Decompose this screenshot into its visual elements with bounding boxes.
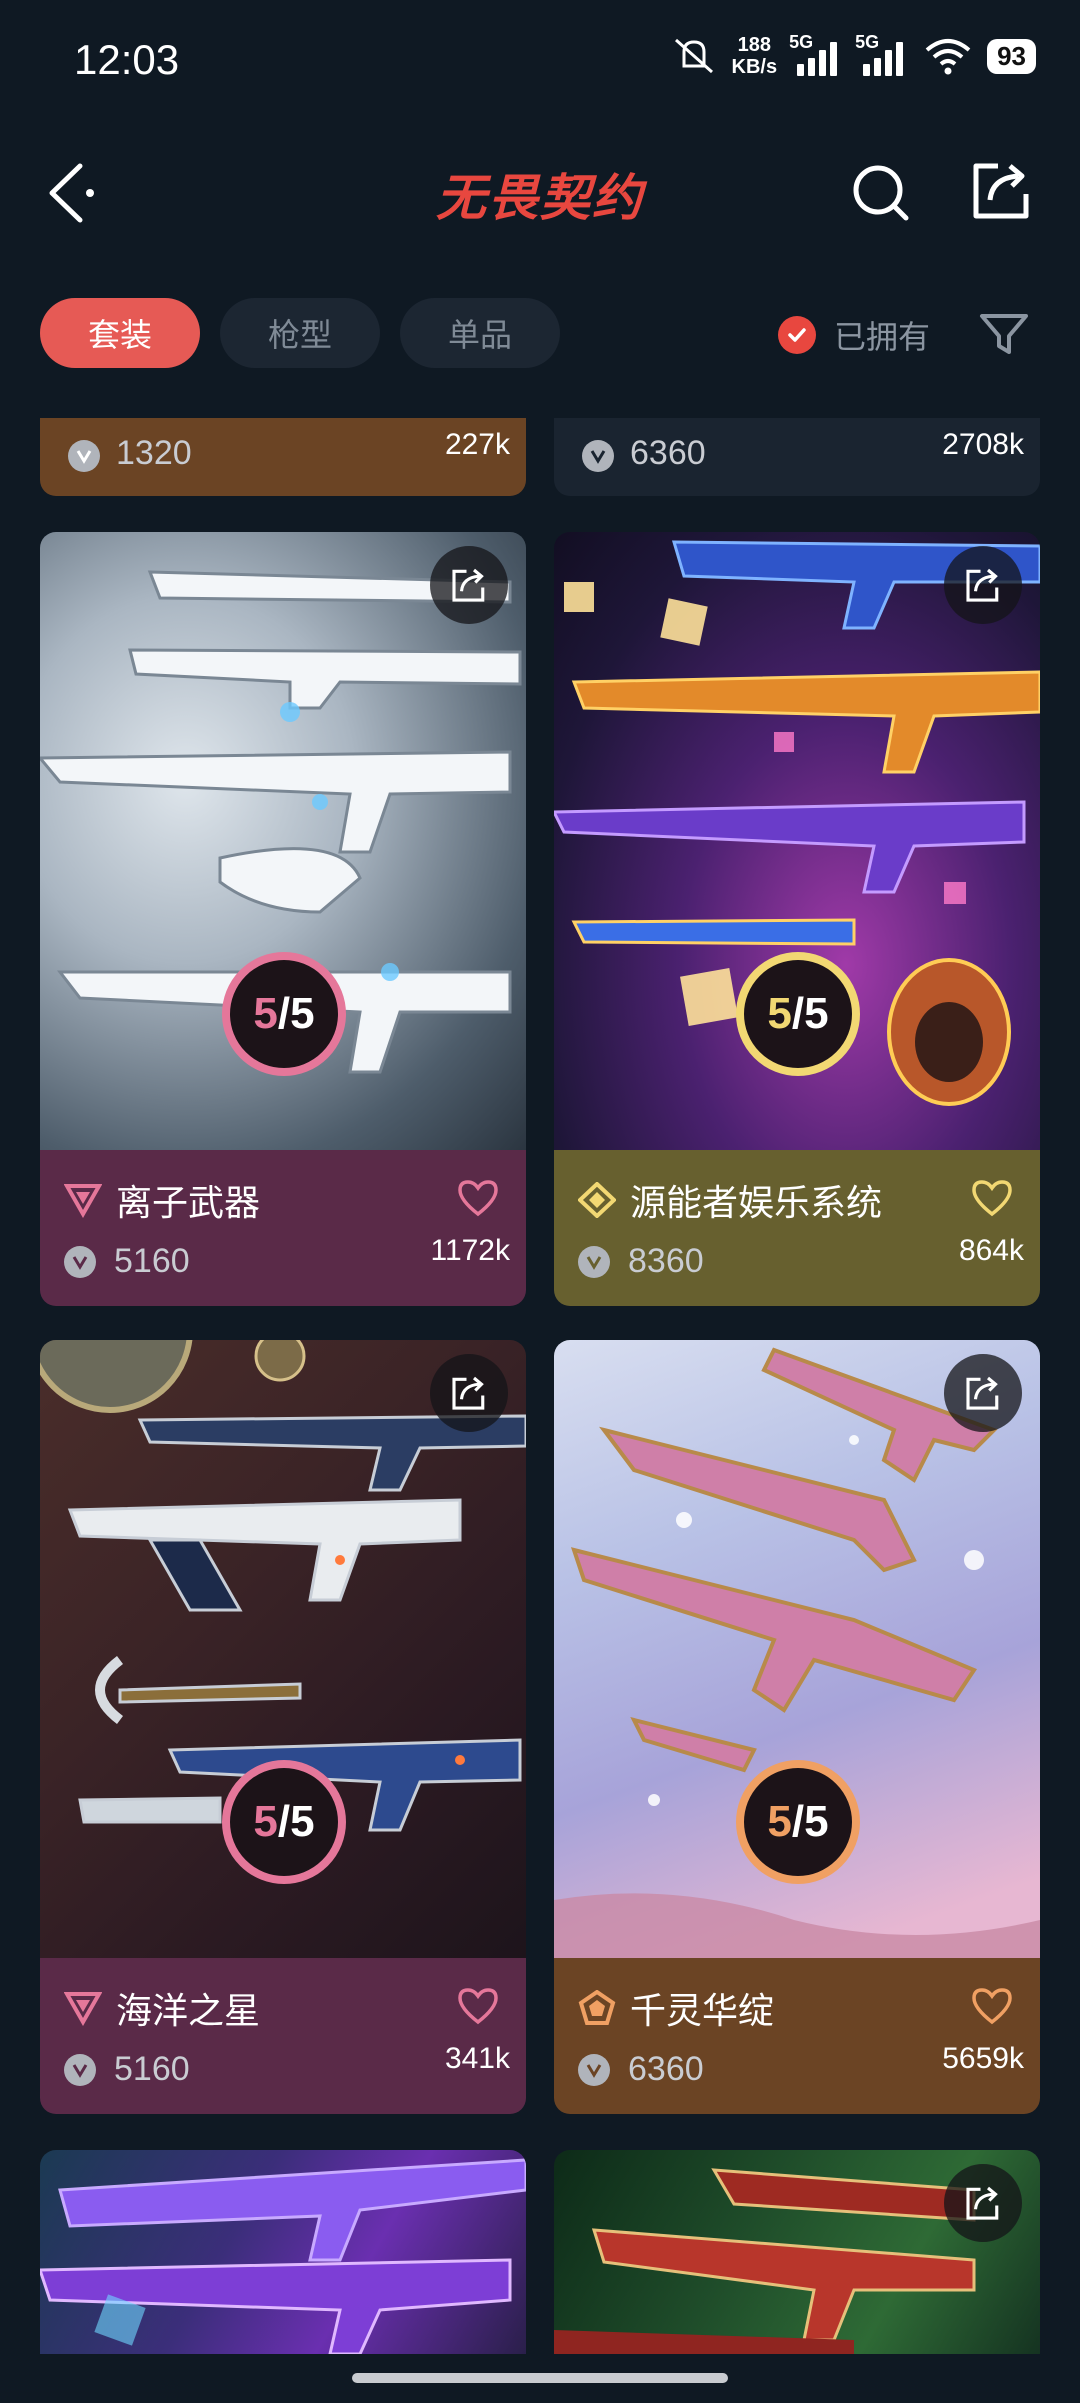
share-button[interactable]	[430, 1354, 508, 1432]
card-price: 6360	[628, 2050, 704, 2088]
bundle-card[interactable]: 5/5 源能者娱乐系统 8360 864k	[554, 532, 1040, 1306]
tab-bundle[interactable]: 套装	[40, 298, 200, 368]
card-likes: 1172k	[430, 1234, 510, 1267]
bundle-image: 5/5	[554, 1340, 1040, 1958]
bundle-info: 海洋之星 5160 341k	[40, 1958, 526, 2114]
network-speed: 188 KB/s	[731, 34, 778, 78]
card-price: 8360	[628, 1242, 704, 1280]
share-button[interactable]	[944, 546, 1022, 624]
card-likes: 341k	[444, 2042, 510, 2075]
bundle-name: 海洋之星	[116, 1991, 261, 2032]
bundle-info: 源能者娱乐系统 8360 864k	[554, 1150, 1040, 1306]
owned-count-badge: 5/5	[222, 952, 346, 1076]
owned-label: 已拥有	[834, 318, 931, 356]
favorite-heart-icon[interactable]	[456, 1986, 500, 2026]
vp-icon	[68, 440, 100, 472]
tab-single-item[interactable]: 单品	[400, 298, 560, 368]
owned-count: 5/5	[767, 989, 829, 1038]
favorite-heart-icon[interactable]	[970, 1178, 1014, 1218]
owned-toggle[interactable]: 已拥有	[778, 312, 930, 358]
owned-count-badge: 5/5	[222, 1760, 346, 1884]
vp-icon	[582, 440, 614, 472]
owned-count: 5/5	[253, 989, 315, 1038]
wifi-icon	[925, 39, 971, 75]
bundle-card-partial[interactable]	[40, 2150, 526, 2354]
card-price: 6360	[630, 434, 706, 472]
card-likes: 5659k	[942, 2042, 1024, 2075]
bundle-image: 5/5	[554, 532, 1040, 1150]
card-likes: 227k	[444, 428, 510, 461]
share-button[interactable]	[944, 2164, 1022, 2242]
bundle-name: 离子武器	[116, 1183, 261, 1224]
mute-icon	[674, 38, 713, 74]
bundle-image: 5/5	[40, 1340, 526, 1958]
ultra-tier-icon	[578, 1182, 616, 1218]
status-bar: 12:03 188 KB/s 5G 5G 93	[0, 0, 1080, 120]
owned-count: 5/5	[767, 1797, 829, 1846]
bundle-image	[554, 2150, 1040, 2354]
premium-tier-icon	[64, 1992, 102, 2026]
partial-card-top-right[interactable]: 6360 2708k	[554, 418, 1040, 496]
app-logo: 无畏契约	[436, 169, 644, 227]
card-price: 1320	[116, 434, 192, 472]
share-button[interactable]	[430, 546, 508, 624]
premium-tier-icon	[64, 1184, 102, 1218]
bundle-card[interactable]: 5/5 千灵华绽 6360 5659k	[554, 1340, 1040, 2114]
card-price: 5160	[114, 1242, 190, 1280]
home-indicator[interactable]	[352, 2373, 728, 2383]
bundle-card[interactable]: 5/5 离子武器 5160 1172k	[40, 532, 526, 1306]
partial-card-top-left[interactable]: 1320 227k	[40, 418, 526, 496]
share-icon[interactable]	[970, 158, 1034, 222]
card-price: 5160	[114, 2050, 190, 2088]
favorite-heart-icon[interactable]	[970, 1986, 1014, 2026]
bundle-image	[40, 2150, 526, 2354]
signal-2-icon: 5G	[855, 32, 909, 76]
card-likes: 2708k	[942, 428, 1024, 461]
card-likes: 864k	[958, 1234, 1024, 1267]
status-time: 12:03	[74, 36, 180, 83]
filter-icon[interactable]	[976, 310, 1032, 358]
status-icons: 188 KB/s 5G 5G 93	[670, 32, 1036, 78]
signal-1-icon: 5G	[789, 32, 843, 76]
bundle-name: 千灵华绽	[630, 1991, 775, 2032]
exclusive-tier-icon	[578, 1990, 616, 2025]
bundle-image: 5/5	[40, 532, 526, 1150]
tab-weapon-type[interactable]: 枪型	[220, 298, 380, 368]
bundle-name: 源能者娱乐系统	[630, 1183, 883, 1224]
bundle-card-partial[interactable]	[554, 2150, 1040, 2354]
owned-count: 5/5	[253, 1797, 315, 1846]
battery-indicator: 93	[987, 38, 1036, 74]
owned-count-badge: 5/5	[736, 1760, 860, 1884]
vp-icon	[64, 1245, 96, 1278]
vp-icon	[578, 1245, 610, 1278]
category-tabs: 套装 枪型 单品	[40, 298, 560, 368]
checkmark-icon	[778, 316, 816, 354]
bundle-info: 离子武器 5160 1172k	[40, 1150, 526, 1306]
vp-icon	[64, 2053, 96, 2086]
favorite-heart-icon[interactable]	[456, 1178, 500, 1218]
vp-icon	[578, 2053, 610, 2086]
search-icon[interactable]	[850, 160, 914, 224]
bundle-card[interactable]: 5/5 海洋之星 5160 341k	[40, 1340, 526, 2114]
bundle-info: 千灵华绽 6360 5659k	[554, 1958, 1040, 2114]
app-header: 无畏契约	[0, 130, 1080, 250]
owned-count-badge: 5/5	[736, 952, 860, 1076]
share-button[interactable]	[944, 1354, 1022, 1432]
